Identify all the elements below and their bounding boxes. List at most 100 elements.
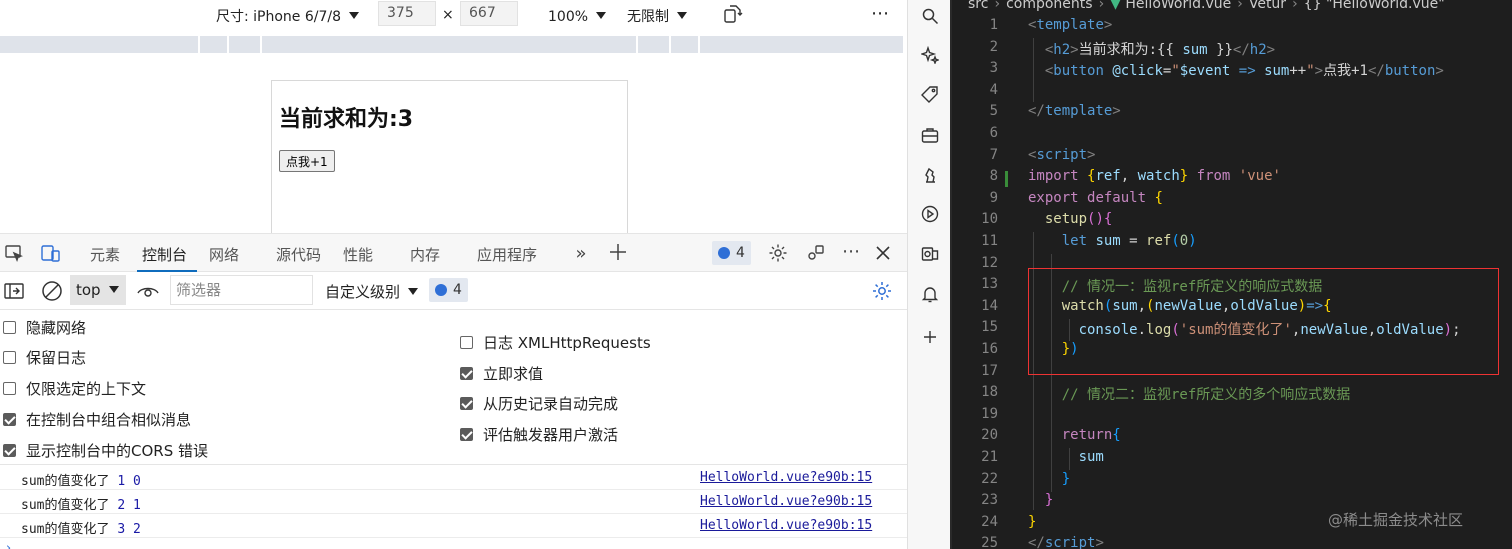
rotate-icon[interactable] <box>723 4 743 26</box>
checkbox-box <box>3 351 16 364</box>
log-old-value: 2 <box>132 522 141 537</box>
line-number: 4 <box>989 81 998 98</box>
media-query-bar[interactable] <box>0 36 903 53</box>
settings-gear-icon[interactable] <box>768 243 788 263</box>
tab-console[interactable]: 控制台 <box>142 244 187 265</box>
selected-context-checkbox[interactable]: 仅限选定的上下文 <box>3 378 146 399</box>
briefcase-icon[interactable] <box>921 126 939 144</box>
eager-eval-checkbox[interactable]: 立即求值 <box>460 363 543 384</box>
breadcrumb-item[interactable]: src <box>968 0 988 12</box>
code-text: export default { <box>1028 189 1163 206</box>
zoom-select[interactable]: 100% <box>548 6 607 28</box>
tab-network[interactable]: 网络 <box>209 244 239 265</box>
code-line[interactable]: 2 <h2>当前求和为:{{ sum }}</h2> <box>952 39 1512 61</box>
code-line[interactable]: 8 import {ref, watch} from 'vue' <box>952 168 1512 190</box>
hide-network-checkbox[interactable]: 隐藏网络 <box>3 317 86 338</box>
log-new-value: 1 <box>117 474 126 489</box>
filter-input[interactable]: 筛选器 <box>170 275 313 305</box>
source-link[interactable]: HelloWorld.vue?e90b:15 <box>700 518 872 533</box>
code-line[interactable]: 1 <template> <box>952 17 1512 39</box>
code-line[interactable]: 20 return{ <box>952 427 1512 449</box>
console-settings-panel: 隐藏网络 保留日志 仅限选定的上下文 在控制台中组合相似消息 显示控制台中的CO… <box>0 310 907 465</box>
code-line[interactable]: 4 <box>952 82 1512 104</box>
live-expression-eye-icon[interactable] <box>137 281 159 301</box>
tab-memory[interactable]: 内存 <box>410 244 440 265</box>
cors-errors-checkbox[interactable]: 显示控制台中的CORS 错误 <box>3 440 208 461</box>
line-number: 16 <box>981 341 998 357</box>
console-settings-gear-icon[interactable] <box>871 280 893 302</box>
group-similar-checkbox[interactable]: 在控制台中组合相似消息 <box>3 409 191 430</box>
inspect-icon[interactable] <box>4 243 24 263</box>
sparkle-icon[interactable] <box>919 45 941 66</box>
preserve-log-checkbox[interactable]: 保留日志 <box>3 347 86 368</box>
code-line[interactable]: 7 <script> <box>952 147 1512 169</box>
code-line[interactable]: 21 sum <box>952 449 1512 471</box>
message-count-badge[interactable]: 4 <box>429 278 468 302</box>
tag-icon[interactable] <box>921 86 939 104</box>
tab-application[interactable]: 应用程序 <box>477 244 537 265</box>
sidebar-toggle-icon[interactable] <box>4 281 24 301</box>
code-text: <h2>当前求和为:{{ sum }}</h2> <box>1044 41 1276 58</box>
width-input[interactable]: 375 <box>378 1 436 26</box>
context-select[interactable]: top <box>70 275 126 305</box>
breadcrumb-item[interactable]: HelloWorld.vue <box>1125 0 1231 12</box>
code-editor[interactable]: src › components › ▼ HelloWorld.vue › Vetur › {}… <box>952 0 1512 549</box>
source-link[interactable]: HelloWorld.vue?e90b:15 <box>700 494 872 509</box>
throttle-label: 无限制 <box>627 9 669 25</box>
height-input[interactable]: 667 <box>460 1 518 26</box>
tab-elements[interactable]: 元素 <box>90 244 120 265</box>
add-tab-icon[interactable] <box>608 242 628 262</box>
device-select[interactable]: 尺寸: iPhone 6/7/8 <box>216 6 360 28</box>
more-tabs-icon[interactable]: » <box>572 243 590 264</box>
code-line[interactable]: 10 setup(){ <box>952 211 1512 233</box>
log-level-select[interactable]: 自定义级别 <box>325 281 419 302</box>
checkbox-box <box>3 444 16 457</box>
ruler-divider <box>198 36 200 53</box>
search-icon[interactable] <box>921 7 939 25</box>
checkbox-box <box>460 397 473 410</box>
zoom-label: 100% <box>548 9 589 25</box>
devtools-tabbar: 元素 控制台 网络 源代码 性能 内存 应用程序 » 4 ⋯ <box>0 233 907 272</box>
increment-button[interactable]: 点我+1 <box>279 150 335 172</box>
log-xhr-checkbox[interactable]: 日志 XMLHttpRequests <box>460 332 651 353</box>
checkbox-label: 隐藏网络 <box>26 319 87 337</box>
close-icon[interactable] <box>873 243 893 263</box>
code-line[interactable]: 11 let sum = ref(0) <box>952 233 1512 255</box>
more-options-icon[interactable]: ⋯ <box>871 3 889 25</box>
throttle-select[interactable]: 无限制 <box>627 6 687 28</box>
breadcrumb-item[interactable]: Vetur <box>1249 0 1286 12</box>
media-player-icon[interactable] <box>921 205 939 223</box>
code-line[interactable]: 3 <button @click="$event => sum++">点我+1<… <box>952 60 1512 82</box>
autocomplete-checkbox[interactable]: 从历史记录自动完成 <box>460 393 618 414</box>
breadcrumb-item[interactable]: {} "HelloWorld.vue" <box>1304 0 1445 12</box>
source-link[interactable]: HelloWorld.vue?e90b:15 <box>700 470 872 485</box>
code-line[interactable]: 5 </template> <box>952 103 1512 125</box>
device-toolbar: 尺寸: iPhone 6/7/8 375 × 667 100% 无限制 ⋯ <box>0 0 907 34</box>
bell-icon[interactable] <box>921 285 939 303</box>
code-line[interactable]: 9 export default { <box>952 190 1512 212</box>
console-prompt-chevron-icon[interactable]: › <box>6 541 11 549</box>
code-line[interactable]: 18 // 情况二：监视ref所定义的多个响应式数据 <box>952 384 1512 406</box>
device-toggle-icon[interactable] <box>40 243 62 263</box>
tab-sources[interactable]: 源代码 <box>276 244 321 265</box>
code-line[interactable]: 25 </script> <box>952 535 1512 549</box>
code-line[interactable]: 6 <box>952 125 1512 147</box>
line-number: 14 <box>981 297 998 314</box>
issues-badge[interactable]: 4 <box>712 241 751 265</box>
indent-guide <box>1033 38 1034 102</box>
code-line[interactable]: 19 <box>952 406 1512 428</box>
chess-piece-icon[interactable] <box>921 166 939 184</box>
add-icon[interactable] <box>921 328 939 346</box>
overflow-menu-icon[interactable]: ⋯ <box>841 241 861 262</box>
breadcrumb-item[interactable]: components <box>1006 0 1093 12</box>
customize-icon[interactable] <box>806 243 826 263</box>
console-message: sum的值变化了 1 0 HelloWorld.vue?e90b:15 <box>0 466 907 490</box>
user-activation-checkbox[interactable]: 评估触发器用户激活 <box>460 424 618 445</box>
code-line[interactable]: 22 } <box>952 471 1512 493</box>
tab-performance[interactable]: 性能 <box>343 244 373 265</box>
vue-file-icon: ▼ <box>1110 0 1121 12</box>
code-text: <button @click="$event => sum++">点我+1</b… <box>1044 63 1444 80</box>
clear-console-icon[interactable] <box>41 280 63 302</box>
outlook-icon[interactable] <box>921 245 939 263</box>
line-number: 13 <box>981 276 998 293</box>
